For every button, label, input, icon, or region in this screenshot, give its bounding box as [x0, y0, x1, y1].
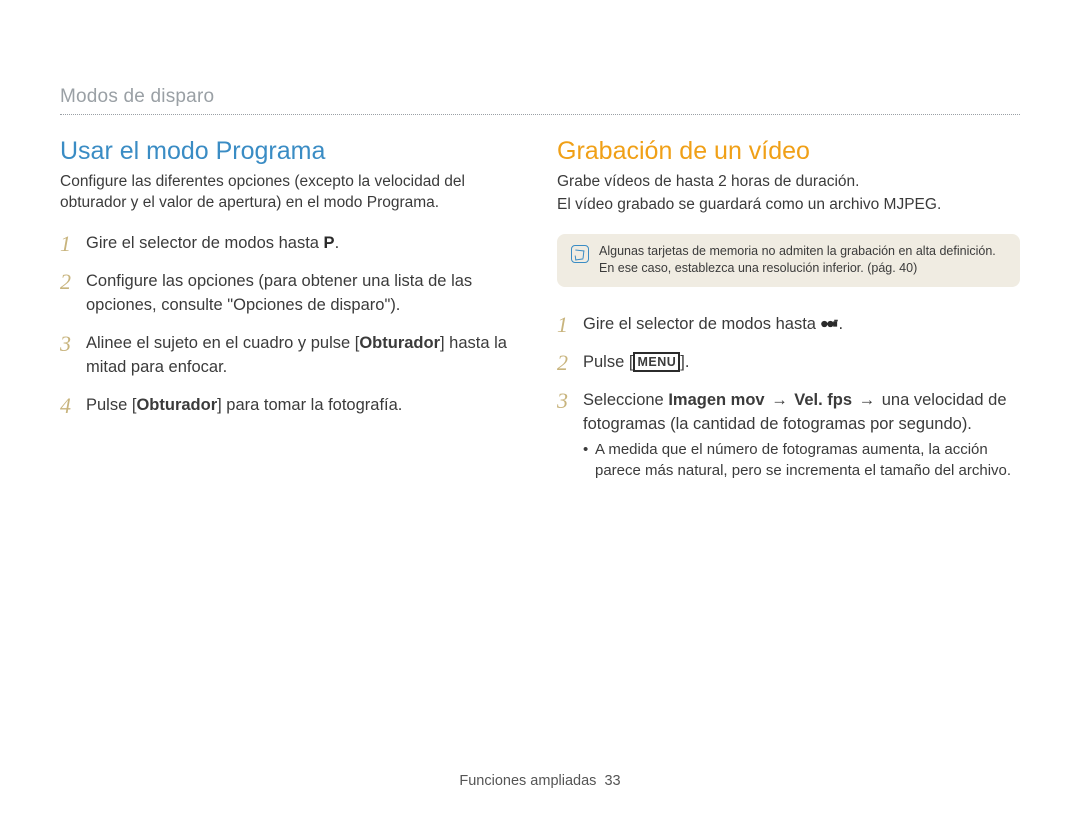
- step-text: Configure las opciones (para obtener una…: [86, 270, 523, 318]
- steps-program: 1 Gire el selector de modos hasta P. 2 C…: [60, 232, 523, 418]
- note-box: Algunas tarjetas de memoria no admiten l…: [557, 234, 1020, 287]
- step: 2 Pulse [MENU].: [557, 351, 1020, 375]
- footer-section: Funciones ampliadas: [459, 773, 596, 789]
- note-text: Algunas tarjetas de memoria no admiten l…: [599, 243, 1006, 278]
- step-number: 2: [60, 270, 76, 294]
- page: Modos de disparo Usar el modo Programa C…: [0, 0, 1080, 815]
- step: 3 Seleccione Imagen mov → Vel. fps → una…: [557, 389, 1020, 481]
- steps-video: 1 Gire el selector de modos hasta . 2 Pu…: [557, 313, 1020, 481]
- arrow-icon: →: [769, 389, 790, 413]
- left-column: Usar el modo Programa Configure las dife…: [60, 137, 523, 495]
- intro-video-2: El vídeo grabado se guardará como un arc…: [557, 195, 1020, 216]
- step-number: 2: [557, 351, 573, 375]
- step: 1 Gire el selector de modos hasta P.: [60, 232, 523, 256]
- step: 1 Gire el selector de modos hasta .: [557, 313, 1020, 337]
- p-icon: P: [324, 232, 335, 256]
- intro-program: Configure las diferentes opciones (excep…: [60, 172, 523, 214]
- step-text: Pulse [Obturador] para tomar la fotograf…: [86, 394, 402, 418]
- step-number: 3: [557, 389, 573, 413]
- step-text: Seleccione Imagen mov → Vel. fps → una v…: [583, 389, 1020, 481]
- divider: [60, 114, 1020, 115]
- page-footer: Funciones ampliadas 33: [0, 773, 1080, 789]
- footer-page-number: 33: [604, 773, 620, 789]
- step: 4 Pulse [Obturador] para tomar la fotogr…: [60, 394, 523, 418]
- step-text: Gire el selector de modos hasta P.: [86, 232, 339, 256]
- arrow-icon: →: [857, 389, 878, 413]
- menu-button-label: MENU: [633, 352, 680, 372]
- step: 3 Alinee el sujeto en el cuadro y pulse …: [60, 332, 523, 380]
- section-title-program: Usar el modo Programa: [60, 137, 523, 166]
- step-number: 4: [60, 394, 76, 418]
- step: 2 Configure las opciones (para obtener u…: [60, 270, 523, 318]
- breadcrumb: Modos de disparo: [60, 86, 1020, 108]
- step-text: Gire el selector de modos hasta .: [583, 313, 843, 337]
- step-sub-bullet: A medida que el número de fotogramas aum…: [583, 439, 1020, 481]
- intro-video-1: Grabe vídeos de hasta 2 horas de duració…: [557, 172, 1020, 193]
- right-column: Grabación de un vídeo Grabe vídeos de ha…: [557, 137, 1020, 495]
- step-text: Pulse [MENU].: [583, 351, 689, 375]
- section-title-video: Grabación de un vídeo: [557, 137, 1020, 166]
- step-text: Alinee el sujeto en el cuadro y pulse [O…: [86, 332, 523, 380]
- note-icon: [571, 245, 589, 263]
- step-number: 1: [557, 313, 573, 337]
- movie-icon: [821, 314, 839, 326]
- content-columns: Usar el modo Programa Configure las dife…: [60, 137, 1020, 495]
- step-number: 1: [60, 232, 76, 256]
- step-number: 3: [60, 332, 76, 356]
